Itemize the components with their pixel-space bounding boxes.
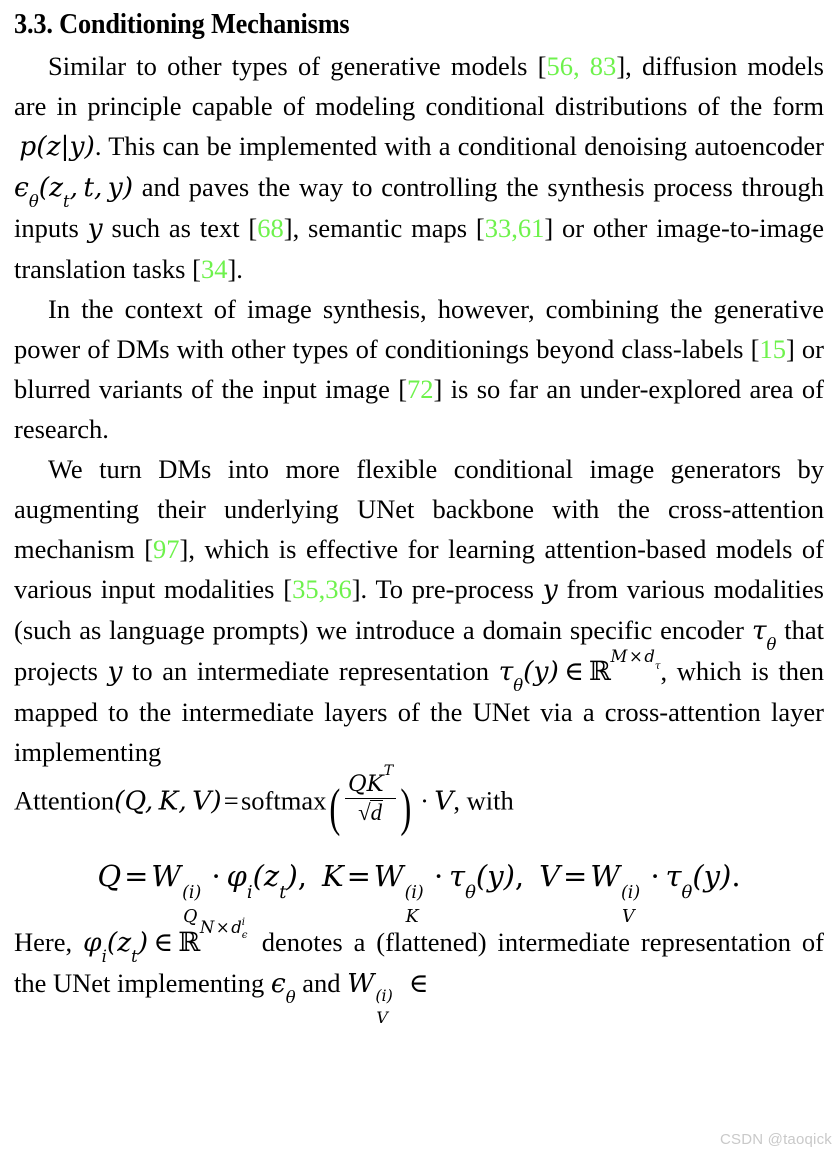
eq-q-subscript: Q [183,906,198,927]
math-y-2: y [542,574,558,605]
math-tau-theta-y-in-R: τθ(y) ∈ ℝM × dτ [498,646,661,695]
p1-text-1: Similar to other types of generative mod… [48,51,547,81]
paragraph-3: We turn DMs into more flexible condition… [14,449,824,772]
p2-text-1: In the context of image synthesis, howev… [14,294,824,364]
p4-text-4: ∈ [402,968,429,999]
citation-33[interactable]: 33 [485,213,512,243]
eq-v-rhs: τθ(y) [665,859,732,904]
attention-fraction: QKT √d [344,764,397,825]
citation-61[interactable]: 61 [518,213,545,243]
eq-v-equals: = [563,859,588,894]
eq-k-lhs: K [322,859,344,894]
eq-v-subscript: V [622,906,635,927]
citation-15[interactable]: 15 [759,334,786,364]
citation-36[interactable]: 36 [325,574,352,604]
p3-text-3: ]. To pre-process [351,574,543,604]
attention-label: Attention [14,785,115,816]
eq-v-lhs: V [539,859,561,894]
eq-q-dot: · [211,859,221,894]
left-paren-big: ( [329,779,341,838]
math-phi-i-zt-in-R: φi(zt) ∈ ℝN × diϵ [83,917,248,967]
math-epsilon-theta-zt-t-y: ϵθ(zt, t, y) [14,172,134,211]
math-tau-theta: τθ [751,615,777,654]
attention-trailing: , with [453,785,514,816]
eq-v-dot: · [650,859,660,894]
attention-formula-line: Attention(Q, K, V) = softmax(QKT √d) · V,… [14,764,824,838]
eq-v-w: W [590,859,621,894]
paragraph-4: Here, φi(zt) ∈ ℝN × diϵ denotes a (flatt… [14,917,824,1028]
eq-sep-1: , [297,859,307,894]
paragraph-1: Similar to other types of generative mod… [14,46,824,289]
citation-72[interactable]: 72 [407,374,434,404]
math-epsilon-theta-2: ϵθ [270,968,296,1008]
fraction-denominator: √d [358,799,383,825]
eq-sep-2: , [514,859,525,894]
math-p-z-given-y: p(z|y) [19,131,95,162]
eq-k-equals: = [346,859,371,894]
eq-k-w: W [373,859,404,894]
eq-k-rhs: τθ(y) [449,859,515,904]
eq-k-dot: · [434,859,444,894]
math-W-V-i: W (i) V [347,968,393,1028]
p1-text-8: ]. [227,254,243,284]
p1-text-3: . This can be implemented with a conditi… [94,131,824,161]
csdn-watermark: CSDN @taoqick [719,1131,832,1148]
citation-68[interactable]: 68 [257,213,284,243]
eq-period: . [731,859,741,894]
display-equation-qkv: Q = W (i) Q · φi(zt), K = W (i) K · τθ(y), V =… [14,852,824,927]
p4-text-3: and [295,968,348,999]
right-paren-big: ) [400,779,412,838]
p3-text-6: to an intermediate representation [122,656,499,686]
eq-q-rhs: φi(zt) [226,859,298,904]
citation-56-83[interactable]: 56, 83 [546,51,616,81]
p4-text-1: Here, [14,927,84,958]
eq-q-lhs: Q [97,859,122,894]
attention-dot: · [420,785,429,816]
page-title: 3.3. Conditioning Mechanisms [14,9,350,40]
math-y-3: y [107,656,123,687]
math-y-1: y [87,213,103,244]
fraction-numerator: QKT [344,764,397,799]
paper-page: 3.3. Conditioning Mechanisms Similar to … [0,8,840,1154]
p1-text-5: such as text [ [102,213,258,243]
eq-k-subscript: K [405,906,419,927]
citation-97[interactable]: 97 [153,534,180,564]
eq-q-equals: = [124,859,149,894]
attention-equals: = [223,785,239,816]
attention-args: (Q, K, V) [114,785,222,817]
citation-35[interactable]: 35 [292,574,319,604]
softmax-label: softmax [240,785,327,816]
body-column: Similar to other types of generative mod… [14,46,824,1028]
attention-result-v: V [434,785,454,817]
eq-q-w: W [151,859,182,894]
paragraph-2: In the context of image synthesis, howev… [14,289,824,449]
citation-sep-1: , [511,213,518,243]
citation-34[interactable]: 34 [201,254,228,284]
p1-text-6: ], semantic maps [ [283,213,485,243]
